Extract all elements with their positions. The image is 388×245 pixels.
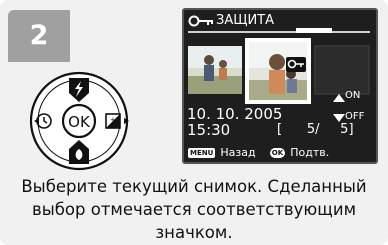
thumbnail-previous — [188, 46, 242, 94]
header-divider — [188, 31, 370, 33]
image-time: 15:30 — [187, 121, 231, 139]
menu-key-icon: MENU — [188, 147, 216, 158]
on-off-selector-icon — [333, 94, 345, 122]
off-label: OFF — [345, 111, 365, 122]
ok-key-icon: OK — [269, 147, 286, 158]
confirm-label: Подтв. — [290, 146, 330, 159]
caption-line-2: выбор отмечается соответствующим — [31, 200, 357, 219]
instruction-caption: Выберите текущий снимок. Сделанный выбор… — [0, 175, 388, 244]
on-label: ON — [345, 90, 361, 101]
image-counter: [ 5/ 5] — [277, 122, 354, 137]
step-number: 2 — [8, 10, 70, 62]
key-protect-icon — [188, 15, 213, 27]
instruction-panel: 2 OK + ЗАЩИТА ON OFF 10. 10. 2005 15:30 … — [0, 0, 388, 245]
multi-selector: OK + — [29, 71, 129, 171]
caption-line-1: Выберите текущий снимок. Сделанный — [21, 177, 367, 196]
screen-footer: MENU Назад OK Подтв. — [188, 142, 330, 159]
caption-line-3: значком. — [155, 223, 233, 242]
thumbnail-selected[interactable] — [245, 38, 311, 104]
svg-text:+: + — [110, 116, 116, 124]
back-label: Назад — [220, 146, 256, 159]
ok-button-label: OK — [68, 113, 91, 131]
thumbnail-next — [314, 45, 370, 95]
scroll-indicator — [296, 28, 332, 33]
screen-title: ЗАЩИТА — [216, 13, 275, 28]
